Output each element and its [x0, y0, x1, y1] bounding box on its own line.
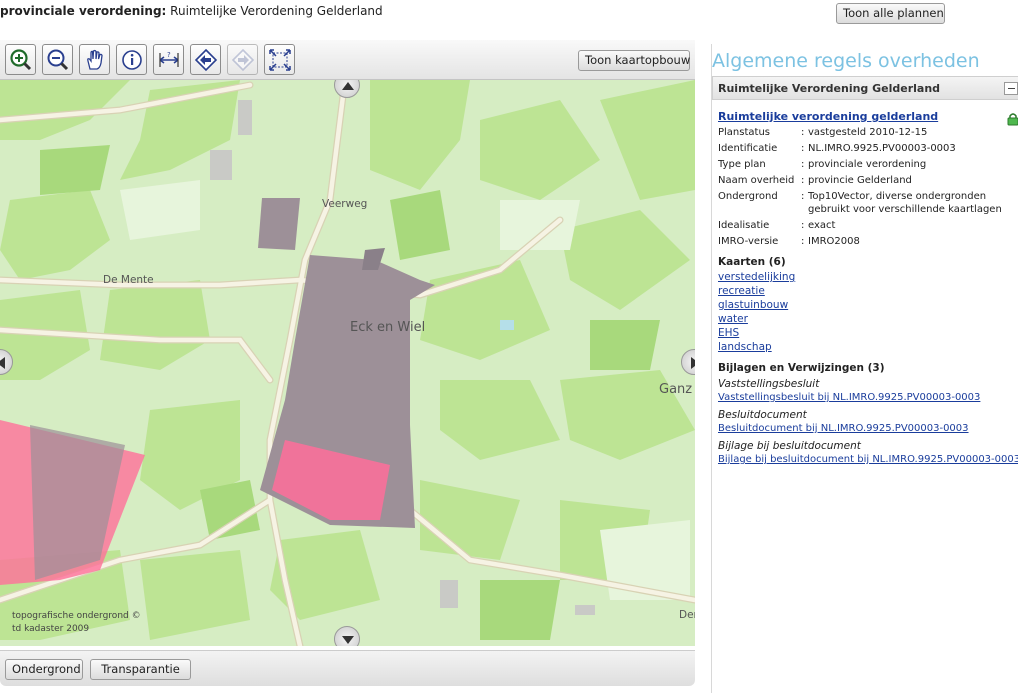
back-icon	[194, 48, 218, 72]
map-canvas[interactable]: Veerweg De Mente Eck en Wiel Ganz Der to…	[0, 80, 695, 646]
bijlage-link[interactable]: Bijlage bij besluitdocument bij NL.IMRO.…	[718, 453, 1018, 467]
property-key: Identificatie	[718, 143, 778, 154]
label-de-mente: De Mente	[103, 274, 154, 286]
pan-south-button[interactable]	[334, 626, 360, 646]
property-colon: :	[801, 127, 805, 138]
property-row: Idealisatie: exact	[718, 219, 1014, 232]
kaart-link[interactable]: glastuinbouw	[718, 298, 1014, 312]
plan-details: Ruimtelijke verordening gelderland Plans…	[718, 110, 1018, 467]
property-colon: :	[801, 191, 805, 202]
next-extent-button[interactable]	[227, 44, 258, 75]
full-extent-icon	[269, 49, 291, 71]
sidebar-heading: Algemene regels overheden	[712, 50, 980, 72]
zoom-out-button[interactable]	[42, 44, 73, 75]
panel-title: Ruimtelijke Verordening Gelderland	[718, 82, 941, 95]
show-map-layers-button[interactable]: Toon kaartopbouw	[578, 50, 690, 71]
property-row: Identificatie: NL.IMRO.9925.PV00003-0003	[718, 142, 1014, 155]
property-row: Naam overheid: provincie Gelderland	[718, 174, 1014, 187]
property-colon: :	[801, 220, 805, 231]
measure-button[interactable]: ?	[153, 44, 184, 75]
bijlage-type: Vaststellingsbesluit	[718, 378, 820, 390]
bijlagen-title: Bijlagen en Verwijzingen (3)	[718, 362, 885, 374]
arrow-down-icon	[342, 636, 354, 644]
property-colon: :	[801, 236, 805, 247]
bijlage-type: Besluitdocument	[718, 409, 807, 421]
svg-text:?: ?	[167, 51, 171, 59]
label-veerweg: Veerweg	[322, 198, 368, 210]
property-value: NL.IMRO.9925.PV00003-0003	[808, 143, 956, 154]
plan-link[interactable]: Ruimtelijke verordening gelderland	[718, 110, 1014, 123]
pan-button[interactable]	[79, 44, 110, 75]
property-value: IMRO2008	[808, 236, 860, 247]
kaart-link[interactable]: recreatie	[718, 284, 1014, 298]
plan-title: provinciale verordening: Ruimtelijke Ver…	[0, 4, 383, 18]
copyright-line-2: td kadaster 2009	[12, 624, 90, 634]
show-all-plans-button[interactable]: Toon alle plannen	[836, 3, 945, 24]
arrow-up-icon	[342, 82, 354, 90]
pan-hand-icon	[87, 49, 103, 70]
kaarten-list: verstedelijking recreatie glastuinbouw wate…	[718, 270, 1014, 354]
measure-icon: ?	[159, 51, 179, 67]
plan-properties: Planstatus: vastgesteld 2010-12-15 Identif…	[718, 126, 1014, 248]
map-bottom-bar: Ondergrond Transparantie	[0, 650, 695, 686]
property-row: IMRO-versie: IMRO2008	[718, 235, 1014, 248]
property-key: Idealisatie	[718, 220, 770, 231]
property-colon: :	[801, 159, 805, 170]
property-value: Top10Vector, diverse ondergronden gebrui…	[808, 191, 1002, 215]
zoom-in-icon	[10, 49, 32, 71]
collapse-icon[interactable]	[1004, 82, 1018, 95]
property-key: IMRO-versie	[718, 236, 779, 247]
plan-panel-header[interactable]: Ruimtelijke Verordening Gelderland	[712, 76, 1018, 100]
zoom-out-icon	[47, 49, 69, 71]
bijlage-link[interactable]: Besluitdocument bij NL.IMRO.9925.PV00003…	[718, 422, 1014, 436]
info-sidebar: Algemene regels overheden Ruimtelijke Ve…	[711, 44, 1018, 693]
label-der: Der	[679, 609, 695, 621]
bijlage-type: Bijlage bij besluitdocument	[718, 440, 861, 452]
full-extent-button[interactable]	[264, 44, 295, 75]
property-colon: :	[801, 175, 805, 186]
previous-extent-button[interactable]	[190, 44, 221, 75]
label-ganz: Ganz	[659, 382, 693, 397]
copyright-line-1: topografische ondergrond ©	[12, 611, 141, 621]
map-tiles[interactable]	[0, 80, 695, 646]
kaart-link[interactable]: landschap	[718, 340, 1014, 354]
property-key: Naam overheid	[718, 175, 795, 186]
property-value: provinciale verordening	[808, 159, 927, 170]
plan-name: Ruimtelijke Verordening Gelderland	[170, 4, 383, 18]
bijlage-link[interactable]: Vaststellingsbesluit bij NL.IMRO.9925.PV…	[718, 391, 1014, 405]
property-colon: :	[801, 143, 805, 154]
kaart-link[interactable]: water	[718, 312, 1014, 326]
property-row: Type plan: provinciale verordening	[718, 158, 1014, 171]
kaarten-title: Kaarten (6)	[718, 256, 786, 268]
forward-icon	[231, 48, 255, 72]
property-key: Ondergrond	[718, 191, 778, 202]
info-button[interactable]	[116, 44, 147, 75]
kaart-link[interactable]: verstedelijking	[718, 270, 1014, 284]
property-key: Type plan	[718, 159, 766, 170]
bijlagen-list: Vaststellingsbesluit Vaststellingsbesluit…	[718, 378, 1018, 467]
info-icon	[122, 50, 142, 70]
property-value: exact	[808, 220, 836, 231]
property-value: provincie Gelderland	[808, 175, 912, 186]
plan-title-bar: provinciale verordening: Ruimtelijke Ver…	[0, 0, 700, 30]
property-row: Planstatus: vastgesteld 2010-12-15	[718, 126, 1014, 139]
arrow-left-icon	[0, 357, 5, 369]
ondergrond-button[interactable]: Ondergrond	[5, 659, 83, 680]
property-key: Planstatus	[718, 127, 771, 138]
property-value: vastgesteld 2010-12-15	[808, 127, 928, 138]
built-block-veerweg	[258, 198, 300, 250]
transparantie-button[interactable]: Transparantie	[90, 659, 191, 680]
property-row: Ondergrond: Top10Vector, diverse ondergro…	[718, 190, 1014, 216]
plan-type-label: provinciale verordening:	[0, 4, 167, 18]
arrow-right-icon	[691, 357, 695, 369]
map-copyright: topografische ondergrond © td kadaster 2…	[12, 610, 141, 636]
kaart-link[interactable]: EHS	[718, 326, 1014, 340]
label-eck-en-wiel: Eck en Wiel	[350, 320, 426, 335]
zoom-in-button[interactable]	[5, 44, 36, 75]
